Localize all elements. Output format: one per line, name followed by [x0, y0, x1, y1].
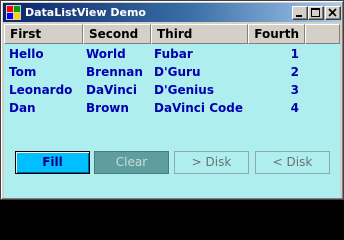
load-from-disk-button[interactable]: < Disk: [255, 151, 330, 174]
cell-first: Leonardo: [9, 83, 73, 97]
cell-first: Tom: [9, 65, 37, 79]
cell-third: D'Guru: [154, 65, 201, 79]
list-row[interactable]: Leonardo DaVinci D'Genius 3: [4, 81, 340, 99]
minimize-button[interactable]: [292, 6, 308, 20]
maximize-button[interactable]: [308, 6, 324, 20]
cell-first: Hello: [9, 47, 44, 61]
cell-second: DaVinci: [86, 83, 138, 97]
client-area: First Second Third Fourth Hello World Fu…: [4, 24, 340, 198]
list-row[interactable]: Tom Brennan D'Guru 2: [4, 63, 340, 81]
column-header-second[interactable]: Second: [83, 24, 151, 44]
list-row[interactable]: Hello World Fubar 1: [4, 45, 340, 63]
app-icon[interactable]: [6, 5, 21, 20]
cell-fourth: 2: [290, 65, 299, 79]
cell-fourth: 3: [290, 83, 299, 97]
cell-fourth: 4: [290, 101, 299, 115]
list-row[interactable]: Dan Brown DaVinci Code 4: [4, 99, 340, 117]
clear-button[interactable]: Clear: [94, 151, 169, 174]
cell-third: DaVinci Code: [154, 101, 243, 115]
cell-second: World: [86, 47, 126, 61]
column-header-fourth[interactable]: Fourth: [248, 24, 305, 44]
window-title: DataListView Demo: [25, 6, 146, 19]
column-header-filler: [305, 24, 340, 44]
minimize-icon: [296, 15, 302, 17]
column-header-third[interactable]: Third: [151, 24, 248, 44]
cell-second: Brown: [86, 101, 129, 115]
list-header: First Second Third Fourth: [4, 24, 340, 44]
fill-button[interactable]: Fill: [15, 151, 90, 174]
cell-first: Dan: [9, 101, 36, 115]
maximize-icon: [311, 8, 320, 17]
cell-fourth: 1: [290, 47, 299, 61]
save-to-disk-button[interactable]: > Disk: [174, 151, 249, 174]
cell-third: Fubar: [154, 47, 193, 61]
close-button[interactable]: [325, 6, 341, 20]
title-bar[interactable]: DataListView Demo: [3, 3, 341, 22]
cell-third: D'Genius: [154, 83, 214, 97]
close-icon: [328, 8, 337, 17]
app-window: DataListView Demo First Second Third Fou…: [0, 0, 344, 200]
column-header-first[interactable]: First: [4, 24, 83, 44]
cell-second: Brennan: [86, 65, 143, 79]
